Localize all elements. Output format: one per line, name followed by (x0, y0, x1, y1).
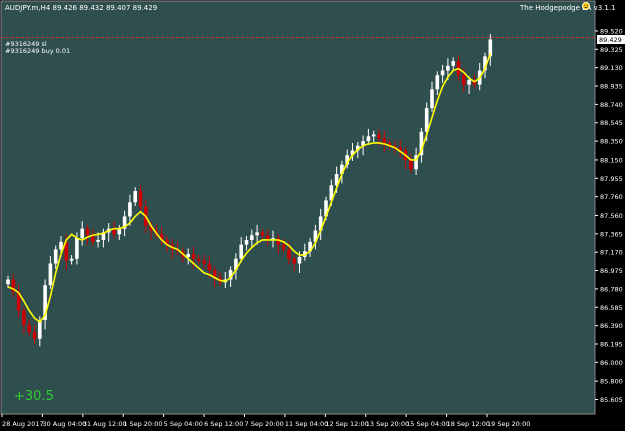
candle-body (366, 136, 371, 142)
price-tick-label: 89.520 (600, 27, 623, 35)
candle-body (191, 254, 196, 259)
order-label-buy: #9316249 buy 0.01 (5, 47, 70, 55)
time-axis: 28 Aug 201730 Aug 04:0031 Aug 12:001 Sep… (1, 414, 530, 428)
price-tick-label: 88.350 (600, 138, 623, 146)
candle-body (75, 238, 79, 259)
price-tick-label: 89.130 (600, 64, 623, 72)
smiley-icon (582, 2, 590, 10)
candle-body (377, 134, 381, 139)
candle-body (382, 138, 387, 143)
price-tick-label: 88.740 (600, 101, 623, 109)
candle-body (27, 324, 31, 333)
time-tick-label: 19 Sep 20:00 (487, 420, 530, 428)
candle-body (128, 202, 132, 217)
price-tick-label: 86.975 (600, 267, 623, 275)
price-tick-label: 87.955 (600, 175, 623, 183)
candle-body (59, 241, 63, 250)
price-tick-label: 86.195 (600, 340, 623, 348)
ea-name: The Hodgepodge EA v3.1.1 (519, 4, 616, 12)
time-tick-label: 30 Aug 04:00 (42, 420, 86, 428)
time-tick-label: 11 Sep 04:00 (285, 420, 328, 428)
candle-body (138, 190, 143, 207)
price-tick-label: 86.000 (600, 359, 623, 367)
price-tick-label: 86.585 (600, 304, 623, 312)
time-tick-label: 31 Aug 12:00 (83, 420, 127, 428)
candle-body (446, 65, 450, 71)
time-tick-label: 6 Sep 12:00 (204, 420, 243, 428)
price-tick-label: 85.605 (600, 396, 623, 404)
candle-body (260, 232, 265, 236)
candle-body (250, 235, 254, 240)
price-tick-label: 88.935 (600, 83, 623, 91)
candle-body (292, 258, 296, 264)
candle-body (6, 279, 10, 285)
price-tick-label: 86.780 (600, 285, 623, 293)
candle-body (244, 239, 249, 245)
candle-body (371, 134, 376, 137)
candle-body (197, 258, 201, 261)
candle-body (430, 89, 434, 109)
time-tick-label: 7 Sep 20:00 (245, 420, 284, 428)
candle-body (207, 263, 212, 271)
price-tick-label: 87.170 (600, 249, 623, 257)
candle-body (80, 228, 84, 239)
price-tick-label: 87.560 (600, 212, 623, 220)
time-tick-label: 12 Sep 12:00 (325, 420, 368, 428)
candle-body (409, 159, 413, 170)
candle-body (85, 228, 90, 236)
candle-body (281, 244, 286, 250)
price-tick-label: 86.390 (600, 322, 623, 330)
chart-window[interactable]: AUDJPY.m,H4 89.426 89.432 89.407 89.429 … (0, 0, 625, 431)
time-tick-label: 28 Aug 2017 (2, 420, 44, 428)
candle-body (53, 249, 58, 264)
price-tick-label: 87.365 (600, 230, 623, 238)
candle-body (133, 190, 137, 203)
time-tick-label: 18 Sep 12:00 (447, 420, 490, 428)
candle-body (186, 254, 190, 257)
candle-body (22, 310, 26, 325)
candle-body (96, 239, 100, 242)
time-tick-label: 15 Sep 04:00 (406, 420, 449, 428)
candle-body (462, 75, 466, 85)
candle-body (202, 260, 206, 264)
candle-body (69, 258, 74, 261)
candle-body (435, 75, 440, 90)
time-tick-label: 1 Sep 20:00 (123, 420, 162, 428)
profit-label: +30.5 (14, 389, 54, 404)
candle-body (255, 232, 259, 236)
candle-body (440, 70, 445, 76)
price-chart[interactable]: AUDJPY.m,H4 89.426 89.432 89.407 89.429 … (0, 0, 625, 431)
current-price-label: 89.429 (599, 36, 622, 44)
time-tick-label: 5 Sep 04:00 (164, 420, 203, 428)
candle-body (32, 332, 37, 339)
price-axis: 89.520 89.325 89.130 88.935 88.740 88.545 88.3… (595, 27, 623, 404)
price-tick-label: 85.800 (600, 378, 623, 386)
candle-body (287, 249, 291, 259)
price-tick-label: 88.545 (600, 119, 623, 127)
price-tick-label: 87.760 (600, 193, 623, 201)
candle-body (48, 263, 53, 286)
candle-body (276, 238, 281, 245)
price-tick-label: 88.150 (600, 156, 623, 164)
candle-body (297, 256, 302, 264)
candle-body (117, 228, 122, 235)
candle-body (239, 244, 243, 259)
time-tick-label: 13 Sep 20:00 (366, 420, 409, 428)
plot-background (0, 0, 596, 415)
price-tick-label: 89.325 (600, 46, 623, 54)
candle-body (467, 79, 471, 85)
symbol-info: AUDJPY.m,H4 89.426 89.432 89.407 89.429 (5, 4, 157, 12)
candle-body (451, 61, 455, 66)
